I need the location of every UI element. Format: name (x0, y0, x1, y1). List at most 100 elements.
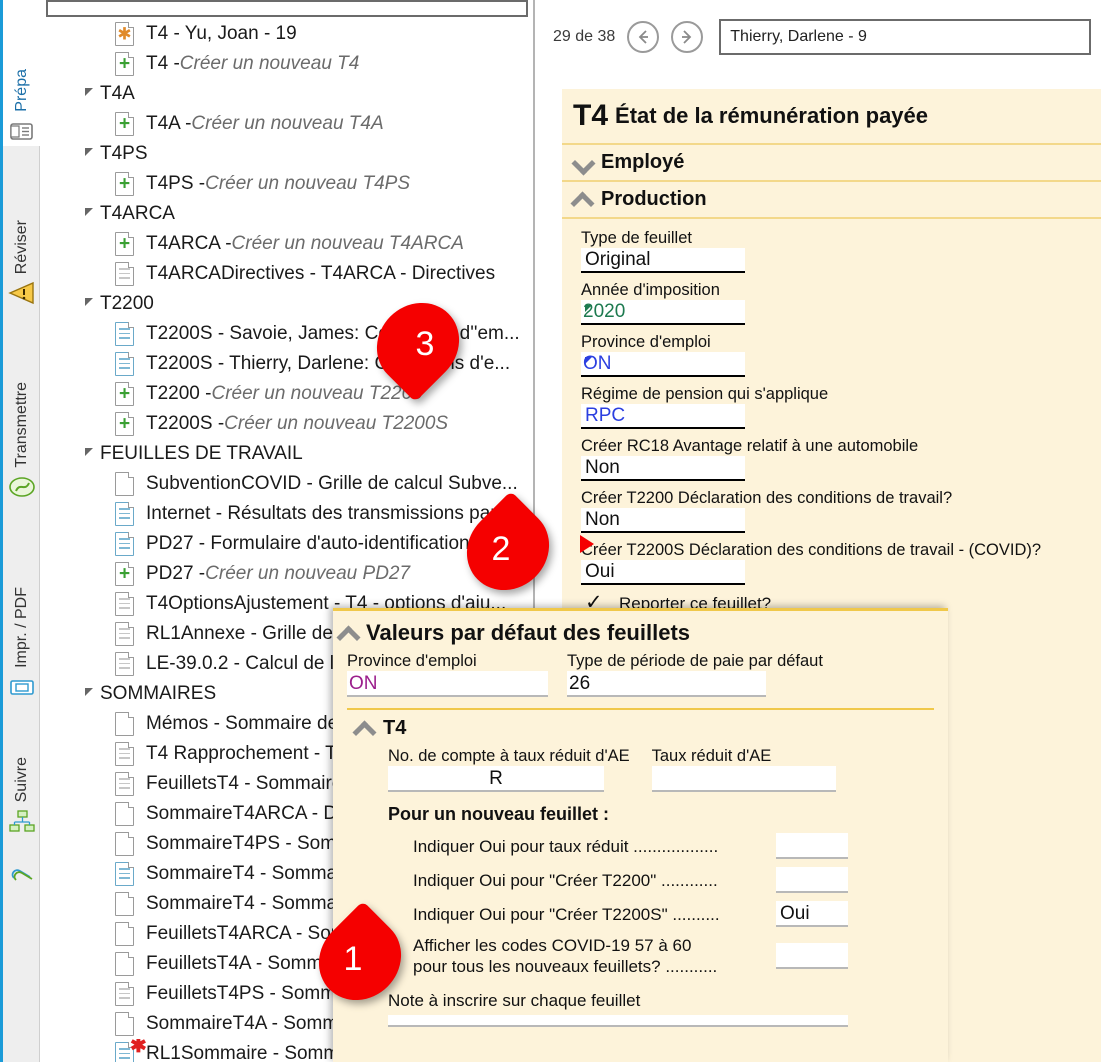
twisty-icon[interactable] (85, 88, 93, 96)
twisty-icon[interactable] (85, 448, 93, 456)
doc-plain-icon (115, 952, 134, 976)
tree-item[interactable]: + T2200S - Créer un nouveau T2200S (41, 409, 533, 439)
tree-item-sublabel: Créer un nouveau PD27 (205, 563, 411, 584)
twisty-icon[interactable] (85, 298, 93, 306)
doc-lines-icon (115, 262, 134, 286)
doc-plain-icon (115, 922, 134, 946)
doc-blue-star-icon: ✱ (115, 1039, 147, 1062)
reduced-account-input[interactable]: R (388, 766, 604, 792)
section-production[interactable]: Production (562, 182, 1101, 219)
callout-number: 1 (343, 939, 363, 978)
form-field: Régime de pension qui s'applique RPC (581, 384, 1101, 429)
tree-item-sublabel: Créer un nouveau T2200S (224, 413, 449, 434)
tree-group-feuilles-de-travail[interactable]: FEUILLES DE TRAVAIL (41, 439, 533, 469)
sidebar-tab-suivre[interactable]: Suivre (3, 706, 40, 836)
sidebar-tab-attachments[interactable] (3, 840, 40, 890)
option-label: Indiquer Oui pour "Créer T2200S" .......… (413, 904, 720, 924)
tree-item[interactable]: + T4 - Créer un nouveau T4 (41, 49, 533, 79)
doc-plus-icon: + (115, 172, 134, 196)
doc-plus-icon: + (115, 112, 134, 136)
option-input[interactable] (776, 943, 848, 969)
form-fields-group: Type de feuillet Original Année d'impositi… (562, 219, 1101, 585)
field-label: Année d'imposition (581, 281, 720, 299)
option-input[interactable] (776, 867, 848, 893)
field-input[interactable]: RPC (581, 404, 745, 429)
doc-blue-icon (115, 532, 134, 556)
sidebar-tab-label: Réviser (12, 219, 30, 274)
tree-item[interactable]: + T4ARCA - Créer un nouveau T4ARCA (41, 229, 533, 259)
field-label: Créer T2200S Déclaration des conditions … (581, 541, 1042, 559)
twisty-icon[interactable] (85, 208, 93, 216)
tree-item[interactable]: + T2200 - Créer un nouveau T2200 (41, 379, 533, 409)
sidebar-tab-reviser[interactable]: Réviser (3, 150, 40, 308)
tree-search-input[interactable] (46, 0, 528, 17)
field-label: No. de compte à taux réduit d'AE (388, 747, 630, 765)
chevron-down-icon (573, 156, 593, 169)
field-input[interactable]: Non (581, 456, 745, 481)
arrow-right-circle-icon[interactable] (671, 21, 704, 53)
tree-item-label: SubventionCOVID - Grille de calcul Subve… (146, 473, 518, 494)
field-input[interactable]: 2020 (581, 300, 745, 325)
doc-plain-icon (115, 892, 134, 916)
callout-badge-1: 1 (302, 901, 418, 1017)
field-value: Oui (585, 561, 615, 582)
section-employe[interactable]: Employé (562, 145, 1101, 182)
option-label: Indiquer Oui pour taux réduit ..........… (413, 836, 719, 856)
field-input[interactable]: ON (581, 352, 745, 377)
paperclip-icon (7, 860, 37, 890)
note-input[interactable] (388, 1015, 848, 1027)
tree-item[interactable]: + T4PS - Créer un nouveau T4PS (41, 169, 533, 199)
province-input[interactable]: ON (347, 671, 548, 697)
doc-plus-icon: + (115, 52, 134, 76)
tree-item-sublabel: Créer un nouveau T4PS (205, 173, 411, 194)
form-field: Créer T2200 Déclaration des conditions d… (581, 488, 1101, 533)
tree-group-t4ps[interactable]: T4PS (41, 139, 533, 169)
sidebar-tab-label: Impr. / PDF (12, 587, 30, 668)
dialog-field-pay-period: Type de période de paie par défaut 26 (567, 652, 823, 697)
tree-item-label: T4 - Yu, Joan - 19 (146, 23, 297, 44)
tree-item[interactable]: ✱ T4 - Yu, Joan - 19 (41, 19, 533, 49)
callout-badge-2: 2 (450, 491, 566, 607)
dialog-title-row[interactable]: Valeurs par défaut des feuillets (333, 611, 948, 650)
field-input[interactable]: Oui (581, 560, 745, 585)
reduced-rate-input[interactable] (651, 766, 836, 792)
sidebar-tab-transmettre[interactable]: Transmettre (3, 312, 40, 502)
doc-blue-icon (115, 502, 134, 526)
twisty-icon[interactable] (85, 688, 93, 696)
employee-name-input[interactable]: Thierry, Darlene - 9 (719, 19, 1092, 55)
tree-group-label: T4A (100, 83, 135, 104)
tree-item-sublabel: Créer un nouveau T4ARCA (231, 233, 464, 254)
field-label: Type de feuillet (581, 229, 692, 247)
option-input[interactable]: Oui (776, 901, 848, 927)
tree-group-t4arca[interactable]: T4ARCA (41, 199, 533, 229)
doc-lines-icon (115, 592, 134, 616)
tree-item-sublabel: Créer un nouveau T2200 (211, 383, 423, 404)
twisty-icon[interactable] (85, 148, 93, 156)
tree-group-t4a[interactable]: T4A (41, 79, 533, 109)
field-input[interactable]: Non (581, 508, 745, 533)
tree-item[interactable]: T4ARCADirectives - T4ARCA - Directives (41, 259, 533, 289)
form-title-code: T4 (573, 99, 609, 132)
doc-blue-icon (115, 862, 134, 886)
transmit-icon (7, 472, 37, 502)
section-label: Employé (601, 151, 685, 173)
tree-item[interactable]: + T4A - Créer un nouveau T4A (41, 109, 533, 139)
dialog-section-label: T4 (383, 717, 407, 739)
tree-group-label: FEUILLES DE TRAVAIL (100, 443, 303, 464)
field-input[interactable]: Original (581, 248, 745, 273)
dialog-option-row: Indiquer Oui pour "Créer T2200S" .......… (333, 901, 948, 927)
pay-period-input[interactable]: 26 (567, 671, 766, 697)
callout-badge-3: 3 (360, 286, 476, 402)
dialog-section-t4[interactable]: T4 (333, 710, 948, 740)
option-input[interactable] (776, 833, 848, 859)
dialog-option-row: Indiquer Oui pour taux réduit ..........… (333, 833, 948, 859)
sidebar-tab-label: Prépa (12, 69, 30, 112)
sidebar-tab-prepa[interactable]: Prépa (3, 0, 40, 146)
form-field: Type de feuillet Original (581, 228, 1101, 273)
doc-lines-icon (115, 982, 134, 1006)
chevron-up-icon (339, 627, 359, 640)
arrow-left-circle-icon[interactable] (627, 21, 660, 53)
chevron-up-icon (573, 193, 593, 206)
sidebar-tab-impr-pdf[interactable]: Impr. / PDF (3, 506, 40, 702)
tree-item[interactable]: SubventionCOVID - Grille de calcul Subve… (41, 469, 533, 499)
